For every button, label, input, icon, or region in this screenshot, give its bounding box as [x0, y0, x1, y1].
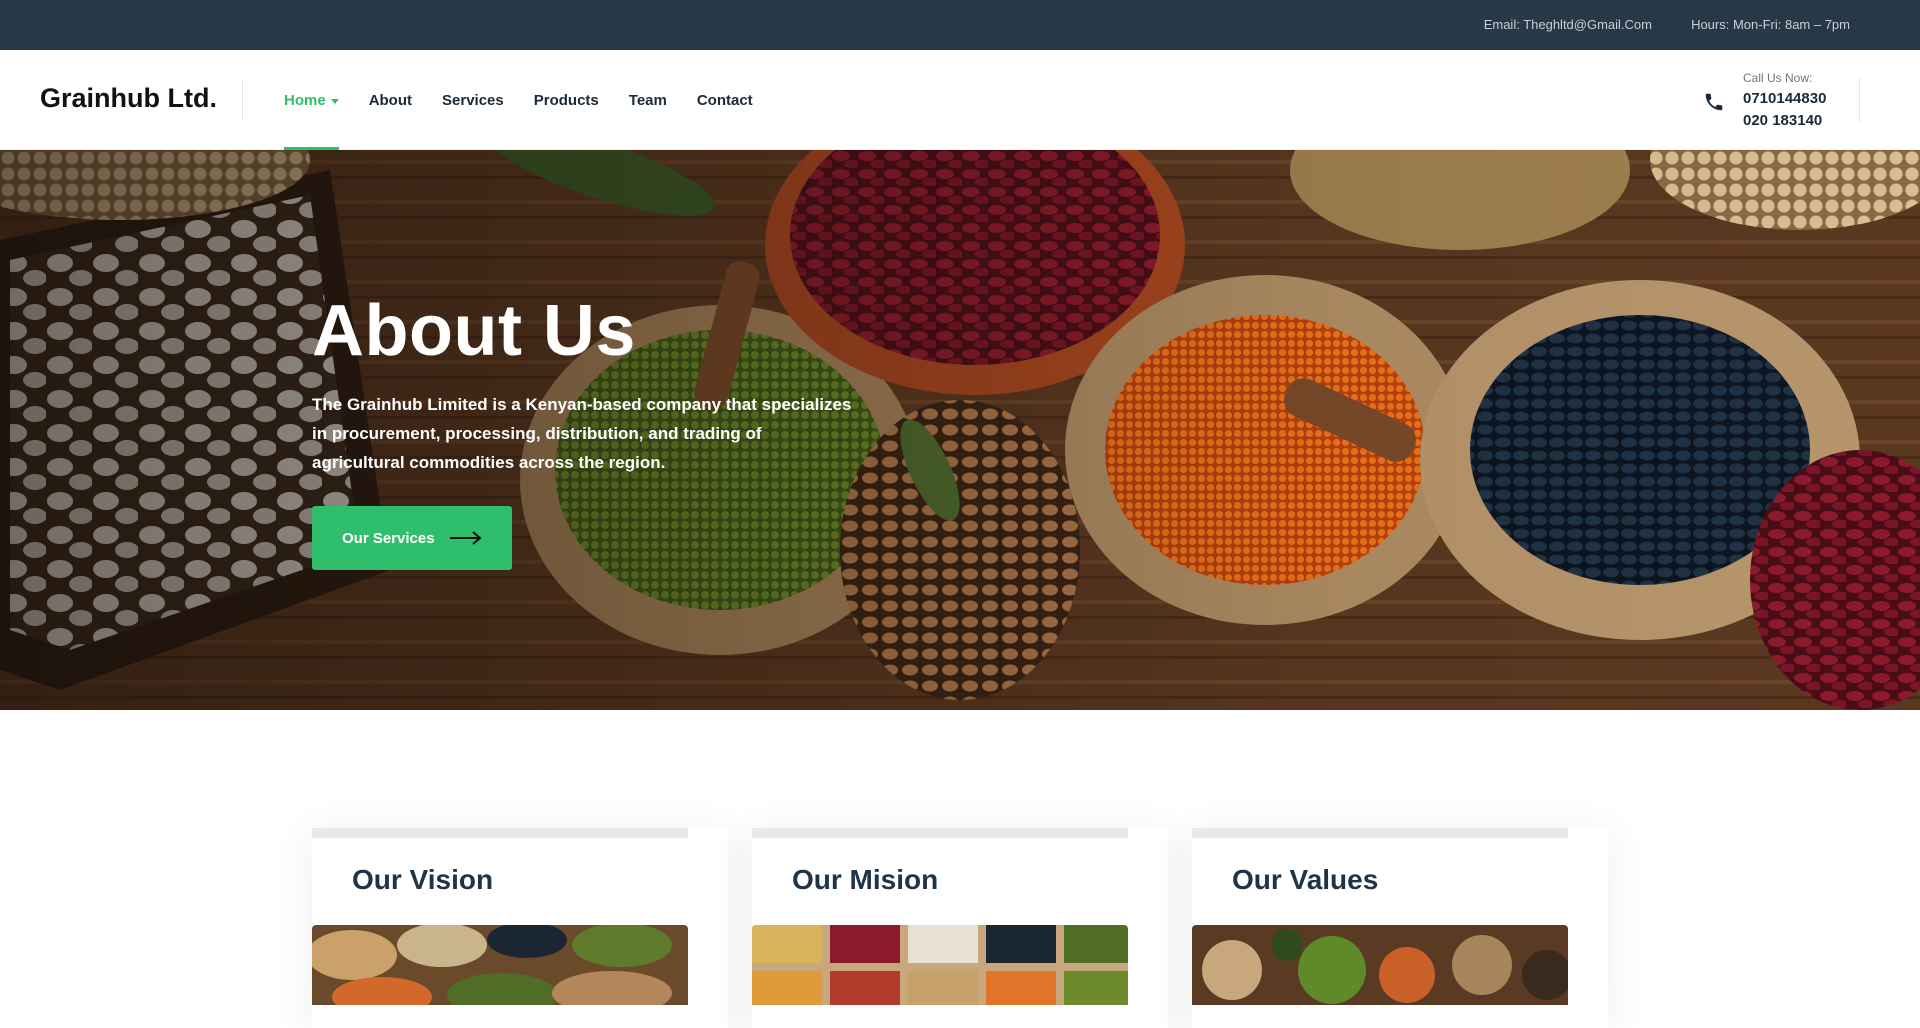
card-top-strip — [312, 828, 688, 838]
call-us-label: Call Us Now: — [1743, 71, 1813, 85]
nav-item-home[interactable]: Home — [284, 50, 339, 150]
nav-item-products[interactable]: Products — [534, 50, 599, 150]
nav-item-team[interactable]: Team — [629, 50, 667, 150]
card-title: Our Mision — [792, 864, 939, 895]
hero-overlay — [0, 150, 1920, 710]
nav-item-services[interactable]: Services — [442, 50, 504, 150]
hero-description: The Grainhub Limited is a Kenyan-based c… — [312, 395, 852, 472]
top-info-bar: Email: Theghltd@Gmail.Com Hours: Mon-Fri… — [0, 0, 1920, 50]
hero-title: About Us — [312, 291, 636, 371]
main-nav: Home About Services Products Team Contac… — [284, 50, 783, 150]
contact-email[interactable]: Email: Theghltd@Gmail.Com — [1484, 17, 1652, 32]
nav-item-about[interactable]: About — [369, 50, 412, 150]
phone-number-1[interactable]: 0710144830 — [1743, 90, 1826, 107]
nav-item-label: Services — [442, 91, 504, 109]
our-services-button[interactable]: Our Services — [312, 506, 512, 570]
hero-section: About Us The Grainhub Limited is a Kenya… — [0, 150, 1920, 710]
caret-down-icon — [330, 98, 339, 104]
site-header: Grainhub Ltd. Home About Services Produc… — [0, 50, 1920, 150]
card-top-strip — [1192, 828, 1568, 838]
card-title: Our Vision — [352, 864, 494, 895]
site-logo[interactable]: Grainhub Ltd. — [40, 83, 217, 114]
our-services-button-label: Our Services — [342, 529, 435, 547]
phone-icon — [1705, 93, 1723, 111]
nav-item-label: Contact — [696, 91, 753, 109]
nav-item-label: Products — [533, 91, 599, 109]
phone-number-2[interactable]: 020 183140 — [1743, 112, 1822, 129]
values-card: Our Values — [1192, 828, 1608, 1028]
nav-item-contact[interactable]: Contact — [697, 50, 753, 150]
nav-item-label: Home — [284, 91, 326, 109]
call-divider — [1859, 78, 1860, 122]
card-title: Our Values — [1232, 864, 1379, 895]
values-card-image — [1192, 925, 1568, 1005]
call-us-block[interactable]: Call Us Now: 0710144830 020 183140 — [1703, 69, 1848, 129]
arrow-right-icon — [450, 531, 482, 545]
nav-item-label: Team — [628, 91, 667, 109]
mission-card: Our Mision — [752, 828, 1168, 1028]
mission-card-image — [752, 925, 1128, 1005]
logo-divider — [242, 80, 243, 120]
vision-card-image — [312, 925, 688, 1005]
vision-card: Our Vision — [312, 828, 728, 1028]
card-top-strip — [752, 828, 1128, 838]
business-hours: Hours: Mon-Fri: 8am – 7pm — [1691, 17, 1850, 32]
nav-item-label: About — [368, 91, 413, 109]
